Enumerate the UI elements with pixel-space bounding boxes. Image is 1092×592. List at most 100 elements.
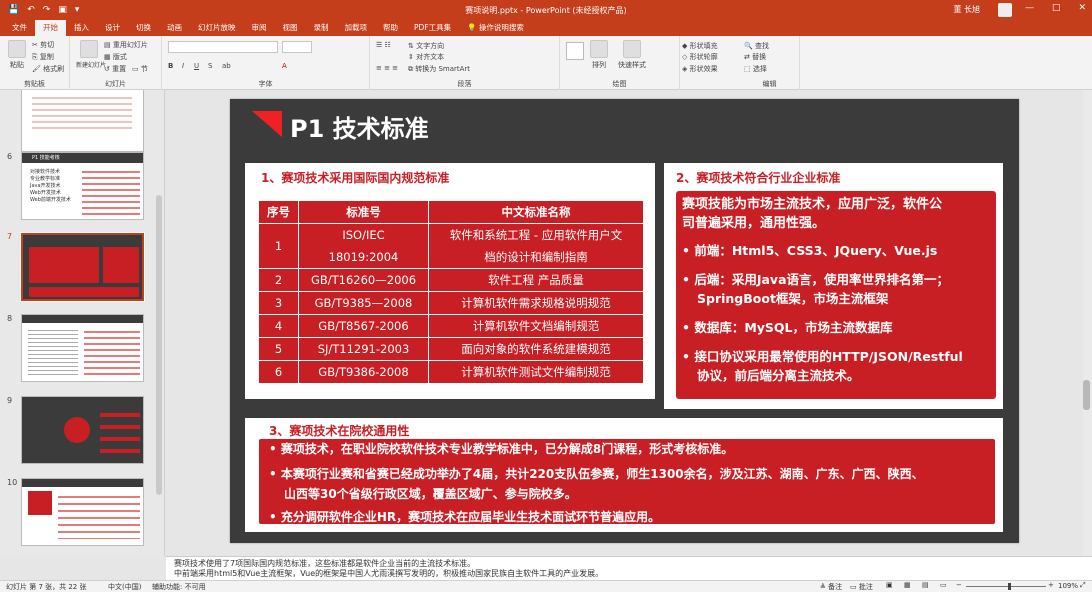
find-icon: 🔍 xyxy=(744,42,753,50)
smartart-button[interactable]: ⧉ 转换为 SmartArt xyxy=(408,64,470,74)
bold-button[interactable]: B xyxy=(168,62,173,70)
thumbnail-header xyxy=(22,479,143,487)
format-painter-button[interactable]: 🖌 格式刷 xyxy=(32,64,64,74)
cell-code: ISO/IEC 18019:2004 xyxy=(298,223,429,269)
slide-sorter-icon[interactable]: ▦ xyxy=(904,581,911,589)
font-name-box[interactable] xyxy=(168,41,278,53)
paragraph-label: 段落 xyxy=(457,80,472,88)
strikethrough-button[interactable]: ab xyxy=(222,62,231,70)
tab-home[interactable]: 开始 xyxy=(35,20,66,36)
maximize-button[interactable]: □ xyxy=(1052,3,1061,13)
zoom-level[interactable]: 109% xyxy=(1058,582,1078,590)
zoom-in-icon[interactable]: + xyxy=(1048,581,1054,589)
school-text-box[interactable]: • 赛项技术，在职业院校软件技术专业教学标准中，已分解成8门课程，形式考核标准。… xyxy=(259,439,995,524)
zoom-slider-thumb[interactable] xyxy=(1008,583,1011,590)
tell-me-search[interactable]: 💡 操作说明搜索 xyxy=(459,20,532,36)
notes-toggle-button[interactable]: ≜ 备注 xyxy=(820,582,842,592)
tab-animations[interactable]: 动画 xyxy=(159,20,190,36)
user-name[interactable]: 董 长旭 xyxy=(953,4,980,15)
slideshow-icon[interactable]: ▭ xyxy=(940,581,947,589)
thumbnail-slide-9[interactable] xyxy=(21,396,144,464)
thumbnail-slide-5[interactable] xyxy=(21,90,144,152)
cell-name: 软件工程 产品质量 xyxy=(428,268,644,292)
slide[interactable]: P1 技术标准 1、赛项技术采用国际国内规范标准 序号 标准号 中文标准名称 1… xyxy=(230,99,1019,543)
quick-styles-button[interactable]: 快速样式 xyxy=(618,40,646,70)
notes-icon: ≜ xyxy=(820,583,826,591)
shadow-button[interactable]: S xyxy=(208,62,212,70)
replace-button[interactable]: ⇄ 替换 xyxy=(744,52,766,62)
industry-text-box[interactable]: 赛项技能为市场主流技术，应用广泛，软件公 司普遍采用，通用性强。 • 前端：Ht… xyxy=(676,191,996,399)
thumbnail-slide-7[interactable] xyxy=(20,232,145,302)
school-panel[interactable]: 3、赛项技术在院校通用性 • 赛项技术，在职业院校软件技术专业教学标准中，已分解… xyxy=(245,418,1003,532)
slide-scrollbar[interactable] xyxy=(1083,90,1092,556)
language-indicator[interactable]: 中文(中国) xyxy=(108,582,141,592)
start-from-beginning-icon[interactable]: ▣ xyxy=(58,5,67,15)
tab-view[interactable]: 视图 xyxy=(275,20,306,36)
shape-fill-button[interactable]: ◆ 形状填充 xyxy=(682,41,718,51)
header-code: 标准号 xyxy=(298,200,429,224)
customize-qat-icon[interactable]: ▾ xyxy=(75,5,80,15)
comments-button[interactable]: ▭ 批注 xyxy=(850,582,873,592)
zoom-out-icon[interactable]: − xyxy=(956,581,962,589)
shape-outline-button[interactable]: ◇ 形状轮廓 xyxy=(682,52,718,62)
font-size-box[interactable] xyxy=(282,41,312,53)
section3-title: 3、赛项技术在院校通用性 xyxy=(269,424,410,438)
table-row: 6 GB/T9386-2008 计算机软件测试文件编制规范 xyxy=(258,360,644,384)
italic-button[interactable]: I xyxy=(182,62,184,70)
thumbnail-scrollbar[interactable] xyxy=(156,195,162,495)
cut-button[interactable]: ✂ 剪切 xyxy=(32,40,54,50)
thumbnail-slide-10[interactable] xyxy=(21,478,144,546)
close-button[interactable]: ✕ xyxy=(1078,3,1086,13)
fit-to-window-icon[interactable]: ⤢ xyxy=(1080,581,1086,590)
tab-pdf-tools[interactable]: PDF工具集 xyxy=(406,20,459,36)
thumbnail-text: 对接软件技术 专业教学标准 Java开发技术 Web开发技术 Web前端开发技术 xyxy=(30,169,71,203)
thumbnail-slide-6[interactable]: P1 技能考核 对接软件技术 专业教学标准 Java开发技术 Web开发技术 Web前端… xyxy=(21,152,144,220)
tab-transitions[interactable]: 切换 xyxy=(128,20,159,36)
industry-panel[interactable]: 2、赛项技术符合行业企业标准 赛项技能为市场主流技术，应用广泛，软件公 司普遍采… xyxy=(664,163,1003,409)
undo-icon[interactable]: ↶ xyxy=(27,5,35,15)
redo-icon[interactable]: ↷ xyxy=(43,5,51,15)
zoom-slider[interactable] xyxy=(966,586,1046,587)
notes-pane[interactable]: 赛项技术使用了7项国际国内规范标准，这些标准都是软件企业当前的主流技术标准。 中… xyxy=(166,556,1092,580)
reuse-slides-button[interactable]: ▤ 重用幻灯片 xyxy=(104,40,148,50)
slide-title[interactable]: P1 技术标准 xyxy=(290,109,429,144)
select-button[interactable]: ⬚ 选择 xyxy=(744,64,767,74)
tab-slideshow[interactable]: 幻灯片放映 xyxy=(190,20,244,36)
section-button[interactable]: ▭ 节 xyxy=(132,64,148,74)
thumbnail-slide-8[interactable] xyxy=(21,314,144,382)
find-button[interactable]: 🔍 查找 xyxy=(744,41,769,51)
align-text-button[interactable]: ⇕ 对齐文本 xyxy=(408,52,444,62)
underline-button[interactable]: U xyxy=(194,62,199,70)
accessibility-status[interactable]: 辅助功能: 不可用 xyxy=(152,582,206,592)
copy-button[interactable]: ⎘ 复制 xyxy=(32,52,54,62)
drawing-label: 绘图 xyxy=(612,80,627,88)
layout-button[interactable]: ▦ 版式 xyxy=(104,52,127,62)
normal-view-icon[interactable]: ▣ xyxy=(886,581,893,589)
new-slide-button[interactable]: 新建幻灯片 xyxy=(76,40,106,69)
avatar[interactable] xyxy=(998,3,1012,17)
shapes-gallery[interactable] xyxy=(566,42,584,60)
scrollbar-thumb[interactable] xyxy=(1083,380,1090,410)
arrange-button[interactable]: 排列 xyxy=(590,40,608,70)
save-icon[interactable]: 💾 xyxy=(8,5,19,15)
text-direction-button[interactable]: ⇅ 文字方向 xyxy=(408,41,444,51)
font-color-button[interactable]: A xyxy=(282,62,287,70)
bullets-button[interactable]: ☰ ☷ xyxy=(376,41,391,49)
align-buttons[interactable]: ≡ ≡ ≡ xyxy=(376,64,398,72)
reset-button[interactable]: ↺ 重置 xyxy=(104,64,126,74)
tab-record[interactable]: 录制 xyxy=(306,20,337,36)
tab-review[interactable]: 审阅 xyxy=(244,20,275,36)
document-title: 赛项说明.pptx - PowerPoint (未经授权产品) xyxy=(465,5,627,15)
tab-help[interactable]: 帮助 xyxy=(375,20,406,36)
slide-editing-area: P1 技术标准 1、赛项技术采用国际国内规范标准 序号 标准号 中文标准名称 1… xyxy=(166,90,1092,556)
minimize-button[interactable]: — xyxy=(1025,3,1034,13)
tab-addins[interactable]: 加载项 xyxy=(337,20,376,36)
tab-insert[interactable]: 插入 xyxy=(66,20,97,36)
tab-design[interactable]: 设计 xyxy=(97,20,128,36)
standards-table[interactable]: 序号 标准号 中文标准名称 1 ISO/IEC 18019:2004 软件和系统工… xyxy=(258,200,644,384)
standards-panel[interactable]: 1、赛项技术采用国际国内规范标准 序号 标准号 中文标准名称 1 ISO/IEC… xyxy=(245,163,655,399)
shape-effects-button[interactable]: ◈ 形状效果 xyxy=(682,64,718,74)
paste-button[interactable]: 粘贴 xyxy=(6,40,28,70)
tab-file[interactable]: 文件 xyxy=(4,20,35,36)
reading-view-icon[interactable]: ▤ xyxy=(922,581,929,589)
